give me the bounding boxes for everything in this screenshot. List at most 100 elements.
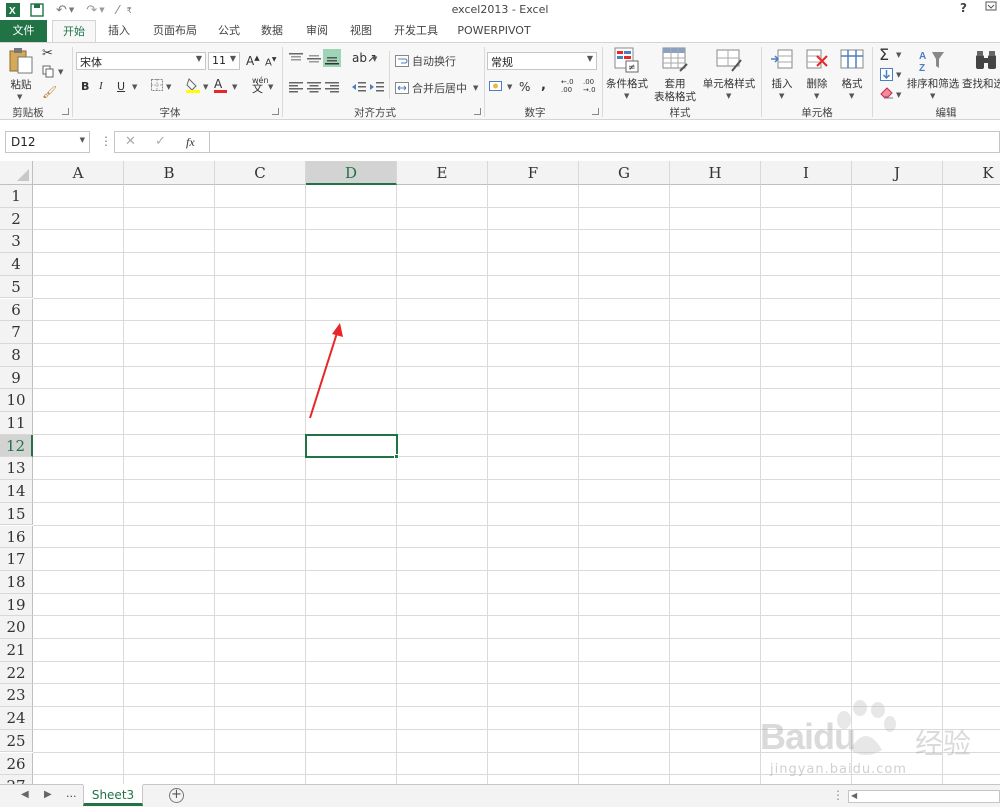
font-color-dropdown-icon[interactable]: ▼ (232, 83, 237, 91)
tab-home[interactable]: 开始 (52, 20, 96, 43)
number-launcher-icon[interactable] (592, 108, 599, 115)
separator (282, 47, 283, 117)
font-launcher-icon[interactable] (272, 108, 279, 115)
clear-icon[interactable] (880, 87, 894, 102)
font-color-icon[interactable]: A (214, 77, 227, 93)
excel-window: X ↶ ▼ ↷ ▼ ⁄ ₹ excel2013 - Excel ? 文件 开始 … (0, 0, 1000, 807)
phonetic-guide-icon[interactable]: wén 文 (252, 77, 269, 95)
underline-dropdown-icon[interactable]: ▼ (132, 83, 137, 91)
fill-color-icon[interactable] (186, 77, 200, 96)
conditional-formatting-button[interactable]: ≠ 条件格式 ▼ (604, 45, 650, 101)
more-sheets-button[interactable]: ... (66, 787, 77, 800)
align-bottom-icon[interactable] (323, 49, 341, 67)
format-painter-icon[interactable]: 🖌 (42, 85, 57, 99)
group-label-styles: 样式 (669, 107, 691, 119)
font-size-select[interactable]: 11 ▼ (208, 52, 240, 70)
number-format-select[interactable]: 常规 ▼ (487, 52, 597, 70)
align-center-icon[interactable] (307, 81, 321, 96)
autosum-button[interactable]: Σ (879, 45, 889, 64)
decrease-decimal-button[interactable]: .00 →.0 (583, 78, 601, 94)
accounting-format-icon[interactable] (489, 80, 505, 96)
scroll-left-icon[interactable]: ◀ (851, 791, 857, 800)
tab-insert[interactable]: 插入 (100, 20, 138, 42)
paste-button[interactable]: 粘贴 ▼ (6, 47, 36, 102)
window-title: excel2013 - Excel (451, 3, 549, 16)
chevron-down-icon: ▼ (195, 54, 202, 63)
insert-function-button[interactable]: fx (186, 135, 195, 150)
grow-font-button[interactable]: A▲ (246, 54, 260, 68)
tab-formulas[interactable]: 公式 (210, 20, 248, 42)
delete-cells-button[interactable]: 删除 ▼ (800, 45, 834, 101)
align-left-icon[interactable] (289, 81, 303, 96)
copy-dropdown-icon[interactable]: ▼ (58, 68, 63, 76)
sheet-tab-sheet3[interactable]: Sheet3 (83, 784, 143, 806)
underline-button[interactable]: U (117, 80, 125, 93)
chevron-down-icon: ▼ (930, 92, 936, 100)
tab-split-grip-icon[interactable]: ⋮ (832, 788, 844, 802)
worksheet-grid[interactable]: ABCDEFGHIJK 1 2 3 4 5 6 7 8 9 10 11 12 13 14 15 16 17 18 1… (0, 161, 1000, 784)
formula-bar-grip-icon[interactable]: ⋮ (100, 134, 112, 148)
autosum-dropdown-icon[interactable]: ▼ (896, 51, 901, 59)
align-middle-icon[interactable] (307, 53, 321, 68)
tab-powerpivot[interactable]: POWERPIVOT (452, 20, 536, 42)
separator (389, 51, 390, 99)
number-format-value: 常规 (491, 56, 513, 69)
insert-cells-button[interactable]: 插入 ▼ (765, 45, 799, 101)
align-top-icon[interactable] (289, 53, 303, 68)
prev-sheet-icon[interactable]: ◀ (21, 789, 29, 800)
find-select-label: 查找和选 (962, 78, 1000, 90)
horizontal-scrollbar[interactable]: ◀ (848, 790, 1000, 803)
tab-file[interactable]: 文件 (0, 20, 47, 42)
cell-styles-icon (716, 49, 742, 72)
help-button[interactable]: ? (960, 1, 967, 15)
fill-color-dropdown-icon[interactable]: ▼ (203, 83, 208, 91)
cut-icon[interactable]: ✂ (42, 46, 53, 61)
font-name-select[interactable]: 宋体 ▼ (76, 52, 206, 70)
alignment-launcher-icon[interactable] (474, 108, 481, 115)
formula-input[interactable] (210, 131, 1000, 153)
add-sheet-button[interactable]: + (169, 788, 184, 803)
name-box[interactable]: D12 ▼ (5, 131, 90, 153)
tab-view[interactable]: 视图 (342, 20, 380, 42)
shrink-font-button[interactable]: A▼ (265, 56, 276, 68)
merge-center-button[interactable]: 合并后居中 ▼ (395, 80, 478, 96)
next-sheet-icon[interactable]: ▶ (44, 789, 52, 800)
percent-style-button[interactable]: % (519, 80, 530, 94)
clear-dropdown-icon[interactable]: ▼ (896, 91, 901, 99)
chevron-down-icon: ▼ (229, 54, 236, 63)
borders-dropdown-icon[interactable]: ▼ (166, 83, 171, 91)
wrap-text-label: 自动换行 (412, 55, 456, 68)
fill-icon[interactable] (880, 68, 893, 84)
comma-style-button[interactable]: , (541, 78, 546, 93)
orientation-dropdown-icon[interactable]: ▼ (372, 55, 377, 63)
phonetic-dropdown-icon[interactable]: ▼ (268, 83, 273, 91)
separator (761, 47, 762, 117)
italic-button[interactable]: I (99, 80, 103, 92)
increase-decimal-button[interactable]: ←.0 .00 (561, 78, 579, 94)
format-cells-button[interactable]: 格式 ▼ (835, 45, 869, 101)
bold-button[interactable]: B (81, 80, 89, 93)
copy-icon[interactable] (42, 65, 55, 81)
accounting-dropdown-icon[interactable]: ▼ (507, 83, 512, 91)
formula-buttons: ✕ ✓ fx (114, 131, 210, 153)
chevron-down-icon: ▼ (779, 92, 785, 100)
sort-filter-button[interactable]: A Z 排序和筛选 ▼ (906, 45, 960, 101)
find-select-button[interactable]: 查找和选 (962, 45, 1000, 101)
wrap-text-button[interactable]: 自动换行 (395, 53, 456, 69)
cell-styles-button[interactable]: 单元格样式 ▼ (700, 45, 758, 101)
cancel-icon[interactable]: ✕ (125, 134, 136, 149)
ribbon-display-options-icon[interactable] (985, 0, 997, 15)
borders-icon[interactable] (151, 79, 163, 94)
chevron-down-icon: ▼ (586, 54, 593, 63)
enter-icon[interactable]: ✓ (155, 134, 166, 149)
format-as-table-button[interactable]: 套用 表格格式 (650, 45, 700, 103)
tab-data[interactable]: 数据 (253, 20, 291, 42)
fill-dropdown-icon[interactable]: ▼ (896, 71, 901, 79)
tab-developer[interactable]: 开发工具 (386, 20, 446, 42)
align-right-icon[interactable] (325, 81, 339, 96)
increase-indent-icon[interactable] (370, 81, 384, 96)
decrease-indent-icon[interactable] (352, 81, 366, 96)
tab-page-layout[interactable]: 页面布局 (145, 20, 205, 42)
tab-review[interactable]: 审阅 (298, 20, 336, 42)
clipboard-launcher-icon[interactable] (62, 108, 69, 115)
